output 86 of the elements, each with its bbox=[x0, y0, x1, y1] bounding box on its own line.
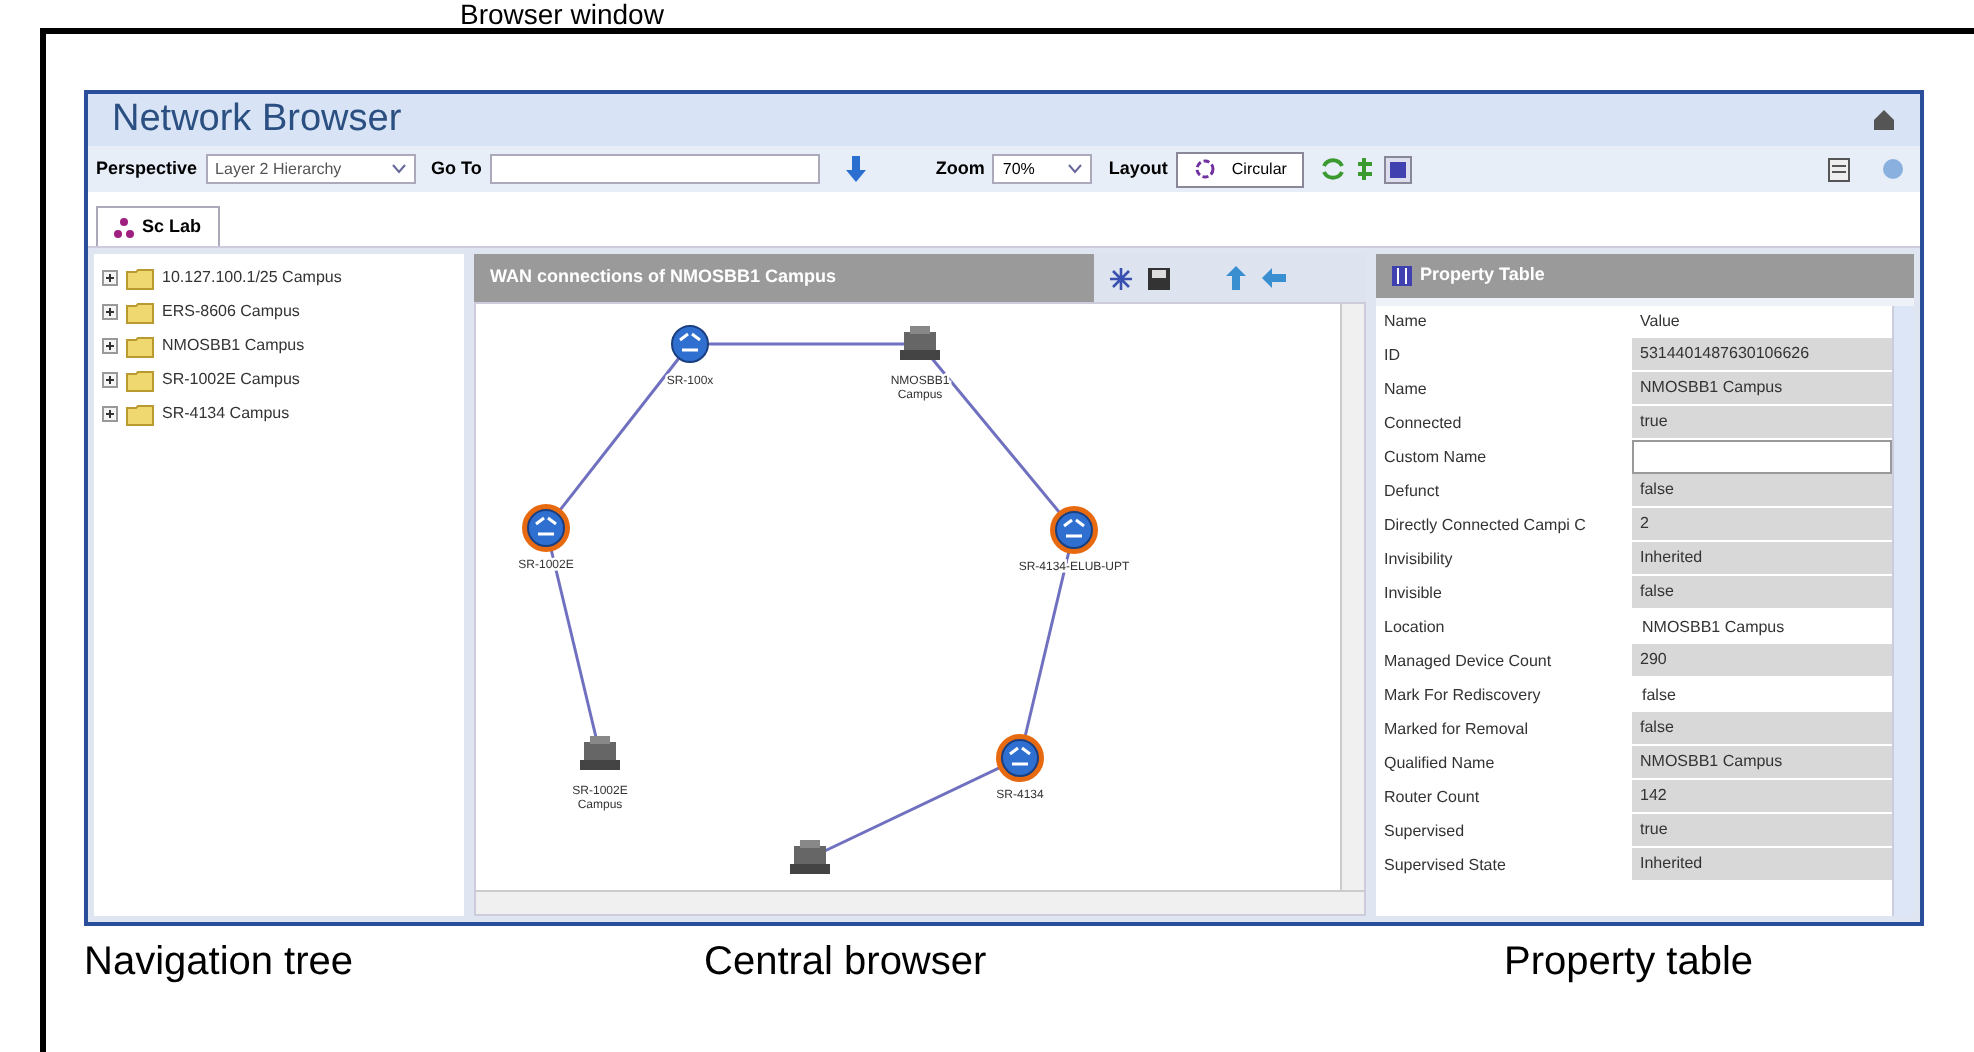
property-name: Custom Name bbox=[1382, 445, 1489, 469]
home-icon[interactable] bbox=[1872, 108, 1896, 132]
grid-icon[interactable] bbox=[1384, 155, 1413, 183]
property-name: Name bbox=[1382, 377, 1429, 401]
router-icon[interactable] bbox=[671, 325, 709, 363]
property-name: Supervised State bbox=[1382, 853, 1508, 878]
tree-item[interactable]: SR-4134 Campus bbox=[162, 402, 290, 426]
expand-icon[interactable] bbox=[102, 304, 118, 320]
tree-item[interactable]: NMOSBB1 Campus bbox=[162, 334, 305, 358]
column-header: Name bbox=[1382, 310, 1429, 334]
tree-item[interactable]: SR-1002E Campus bbox=[162, 368, 300, 392]
folder-icon bbox=[126, 369, 154, 391]
window-title: Network Browser bbox=[112, 95, 402, 144]
expand-icon[interactable] bbox=[102, 270, 118, 286]
goto-label: Go To bbox=[431, 155, 482, 182]
folder-icon bbox=[126, 403, 154, 425]
vertical-scrollbar[interactable] bbox=[1892, 306, 1914, 916]
property-value: true bbox=[1632, 406, 1892, 440]
property-name: Invisibility bbox=[1382, 547, 1455, 572]
network-icon bbox=[114, 217, 134, 237]
folder-icon bbox=[126, 267, 154, 289]
property-name: Qualified Name bbox=[1382, 751, 1497, 775]
router-icon[interactable] bbox=[996, 734, 1044, 782]
folder-icon bbox=[126, 301, 154, 323]
circular-layout-button[interactable]: Circular bbox=[1175, 151, 1305, 187]
tree-item[interactable]: 10.127.100.1/25 Campus bbox=[162, 266, 342, 290]
snowflake-icon[interactable] bbox=[1110, 267, 1132, 289]
property-name: Managed Device Count bbox=[1382, 649, 1554, 674]
input-field[interactable] bbox=[1632, 440, 1892, 474]
expand-icon[interactable] bbox=[102, 406, 118, 422]
up-arrow-icon[interactable] bbox=[1226, 266, 1246, 290]
property-name: ID bbox=[1382, 343, 1402, 367]
zoom-dropdown[interactable]: 70% bbox=[992, 154, 1093, 184]
expand-icon[interactable] bbox=[102, 338, 118, 354]
property-value: NMOSBB1 Campus bbox=[1632, 372, 1892, 406]
vertical-scrollbar[interactable] bbox=[1340, 304, 1364, 890]
horizontal-scrollbar[interactable] bbox=[476, 890, 1364, 914]
property-name: Mark For Rediscovery bbox=[1382, 683, 1543, 708]
folder-icon bbox=[126, 335, 154, 357]
property-value: true bbox=[1632, 814, 1892, 848]
property-value: false bbox=[1632, 576, 1892, 610]
property-name: Defunct bbox=[1382, 479, 1442, 503]
perspective-label: Perspective bbox=[96, 155, 198, 182]
router-icon[interactable] bbox=[522, 504, 570, 552]
property-name: Supervised bbox=[1382, 819, 1467, 844]
goto-field[interactable] bbox=[489, 154, 820, 184]
figure-caption: Property table bbox=[1504, 938, 1754, 988]
layout-label: Layout bbox=[1108, 155, 1168, 182]
property-name: Invisible bbox=[1382, 581, 1444, 605]
server-stack-icon[interactable] bbox=[790, 840, 830, 874]
server-stack-icon[interactable] bbox=[580, 736, 620, 770]
perspective-dropdown[interactable]: Layer 2 Hierarchy bbox=[205, 154, 416, 184]
circle-icon bbox=[1193, 158, 1216, 180]
property-value: Inherited bbox=[1632, 542, 1892, 576]
property-name: Marked for Removal bbox=[1382, 717, 1531, 741]
save-icon[interactable] bbox=[1148, 267, 1170, 289]
tab[interactable]: Sc Lab bbox=[96, 206, 220, 246]
property-value: NMOSBB1 Campus bbox=[1632, 746, 1892, 780]
zoom-label: Zoom bbox=[935, 155, 985, 182]
chevron-down-icon bbox=[391, 164, 406, 174]
panel-header: WAN connections of NMOSBB1 Campus bbox=[474, 254, 1094, 302]
property-name: Directly Connected Campi C bbox=[1382, 513, 1588, 538]
property-value: 290 bbox=[1632, 644, 1892, 678]
panel-title: Property Table bbox=[1420, 262, 1545, 289]
property-value: 5314401487630106626 bbox=[1632, 338, 1892, 372]
property-value: 2 bbox=[1632, 508, 1892, 542]
property-value: Inherited bbox=[1632, 848, 1892, 882]
chevron-down-icon bbox=[1068, 164, 1083, 174]
figure-caption: Browser window bbox=[460, 0, 664, 28]
property-value: 142 bbox=[1632, 780, 1892, 814]
server-stack-icon[interactable] bbox=[900, 326, 940, 360]
property-name: Connected bbox=[1382, 411, 1464, 435]
property-value: false bbox=[1632, 474, 1892, 508]
router-icon[interactable] bbox=[1050, 506, 1098, 554]
column-header: Value bbox=[1638, 310, 1682, 334]
property-name: Location bbox=[1382, 615, 1447, 639]
figure-caption: Central browser bbox=[704, 938, 989, 988]
download-icon[interactable] bbox=[843, 155, 868, 183]
document-icon[interactable] bbox=[1828, 157, 1850, 181]
figure-caption: Navigation tree bbox=[84, 938, 356, 988]
property-value: false bbox=[1632, 712, 1892, 746]
expand-icon[interactable] bbox=[102, 372, 118, 388]
table-icon bbox=[1392, 266, 1412, 286]
tree-item[interactable]: ERS-8606 Campus bbox=[162, 300, 300, 324]
property-name: Router Count bbox=[1382, 785, 1482, 809]
left-arrow-icon[interactable] bbox=[1262, 268, 1286, 288]
